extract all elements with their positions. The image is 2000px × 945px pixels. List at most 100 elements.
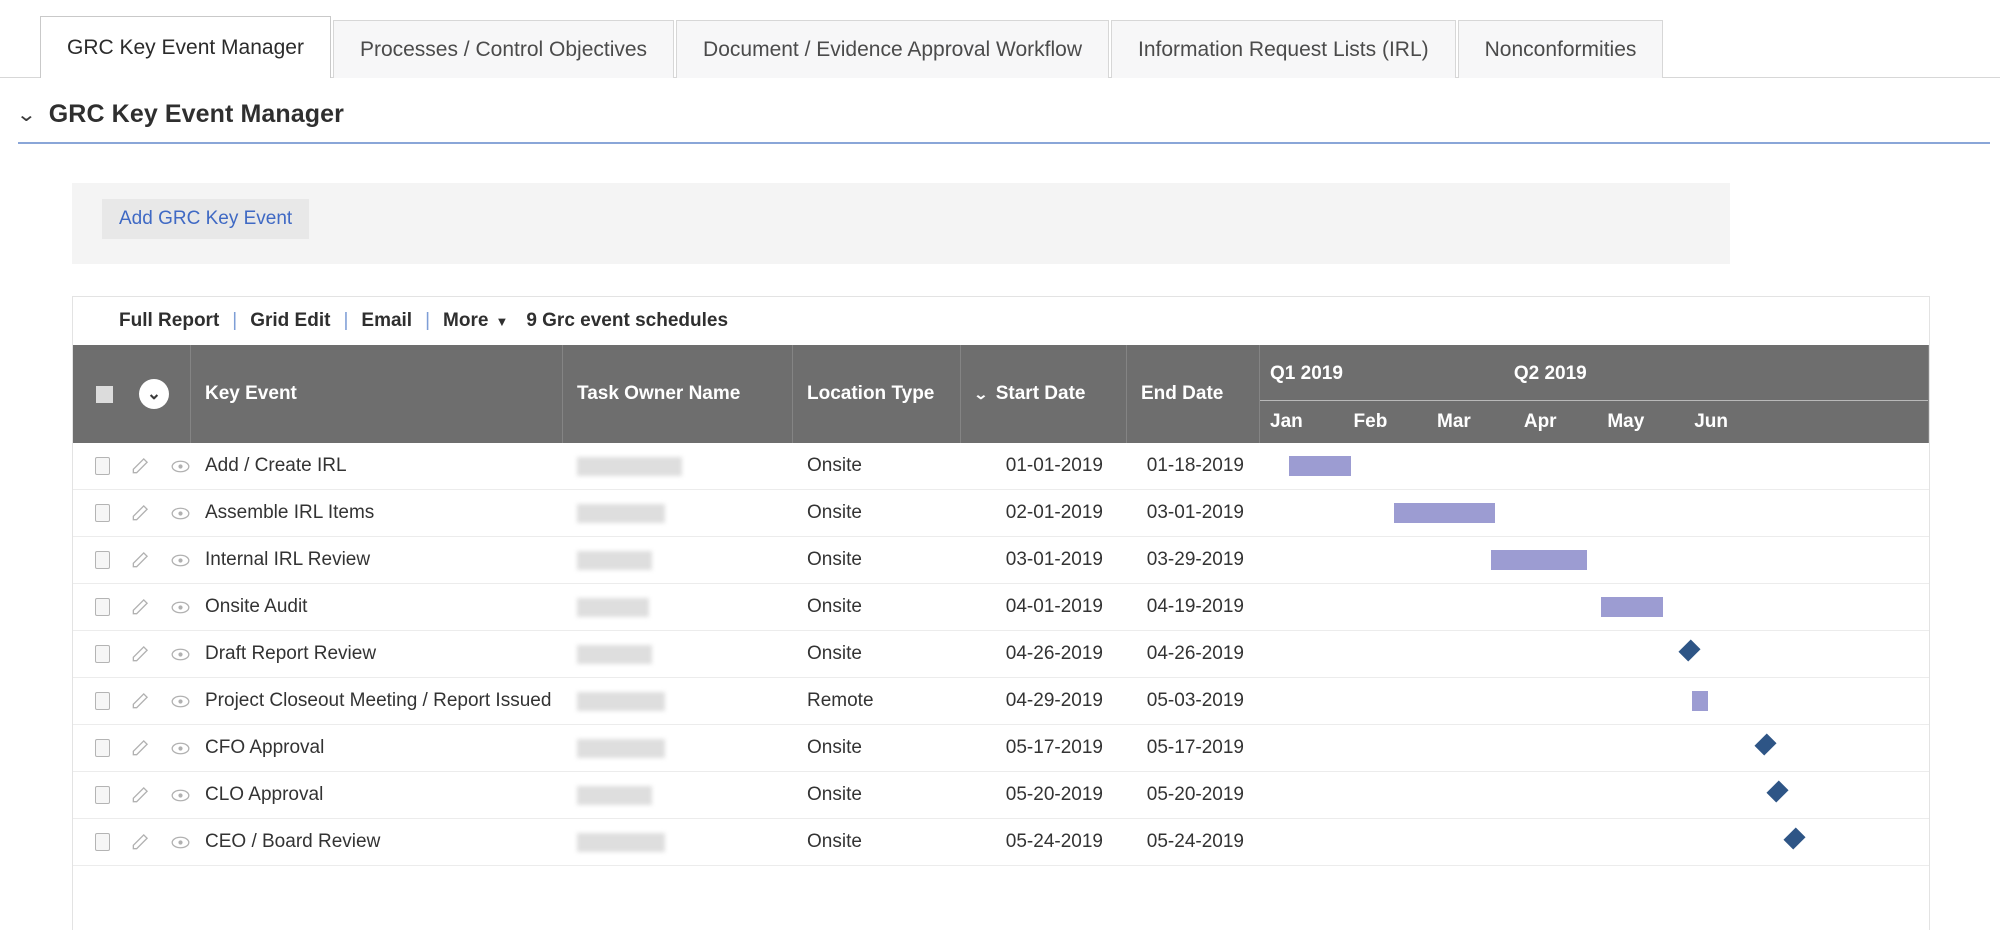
edit-pencil-icon[interactable]	[130, 691, 150, 711]
caret-down-icon[interactable]: ▼	[488, 314, 508, 329]
more-menu[interactable]: More	[443, 310, 488, 332]
cell-location-type: Onsite	[793, 631, 961, 677]
view-eye-icon[interactable]	[170, 785, 191, 806]
header-label-location-type: Location Type	[807, 383, 935, 404]
edit-pencil-icon[interactable]	[130, 738, 150, 758]
chevron-down-circle-icon[interactable]: ⌄	[139, 379, 169, 409]
view-eye-icon[interactable]	[170, 832, 191, 853]
gantt-bar[interactable]	[1491, 550, 1588, 570]
location-type-label: Onsite	[807, 831, 862, 852]
row-checkbox[interactable]	[95, 786, 110, 804]
end-date-label: 05-24-2019	[1146, 831, 1244, 852]
edit-pencil-icon[interactable]	[130, 597, 150, 617]
header-label-end-date: End Date	[1141, 383, 1224, 404]
cell-task-owner-name	[563, 631, 793, 677]
view-eye-icon[interactable]	[170, 503, 191, 524]
gantt-milestone-diamond[interactable]	[1782, 827, 1806, 850]
gantt-quarter-row: Q1 2019 Q2 2019	[1260, 345, 1928, 401]
view-eye-icon[interactable]	[170, 691, 191, 712]
header-cell-start-date[interactable]: ⌄ Start Date	[961, 345, 1127, 443]
tab-processes-control-objectives[interactable]: Processes / Control Objectives	[332, 20, 675, 78]
header-label-start-date: Start Date	[995, 383, 1086, 404]
gantt-bar[interactable]	[1691, 691, 1708, 711]
row-actions	[73, 819, 191, 865]
task-owner-name-redacted	[577, 503, 665, 523]
row-actions	[73, 678, 191, 724]
gantt-milestone-diamond[interactable]	[1766, 780, 1789, 803]
start-date-label: 03-01-2019	[1005, 549, 1103, 570]
view-eye-icon[interactable]	[170, 738, 191, 759]
sort-chevron-down-icon[interactable]: ⌄	[973, 386, 988, 403]
section-divider	[18, 142, 1990, 144]
task-owner-name-redacted	[577, 785, 652, 805]
table-row[interactable]: CEO / Board Review Onsite 05-24-2019 05-24-…	[73, 819, 1929, 866]
table-row[interactable]: Draft Report Review Onsite 04-26-2019 04-26…	[73, 631, 1929, 678]
row-checkbox[interactable]	[95, 833, 110, 851]
table-row[interactable]: Assemble IRL Items Onsite 02-01-2019 03-01-…	[73, 490, 1929, 537]
edit-pencil-icon[interactable]	[130, 456, 150, 476]
table-row[interactable]: CFO Approval Onsite 05-17-2019 05-17-2019	[73, 725, 1929, 772]
cell-location-type: Onsite	[793, 772, 961, 818]
tab-label: Processes / Control Objectives	[359, 37, 648, 61]
cell-end-date: 05-20-2019	[1127, 772, 1260, 818]
tab-information-request-lists-irl[interactable]: Information Request Lists (IRL)	[1111, 20, 1456, 78]
edit-pencil-icon[interactable]	[130, 785, 150, 805]
end-date-label: 03-29-2019	[1146, 549, 1244, 570]
gantt-cell	[1260, 678, 1929, 724]
header-cell-end-date[interactable]: End Date	[1127, 345, 1260, 443]
view-eye-icon[interactable]	[170, 550, 191, 571]
tab-nonconformities[interactable]: Nonconformities	[1457, 20, 1664, 78]
header-cell-task-owner-name[interactable]: Task Owner Name	[563, 345, 793, 443]
row-checkbox[interactable]	[95, 457, 110, 475]
toolbar-separator-3: |	[425, 310, 431, 331]
view-eye-icon[interactable]	[170, 644, 191, 665]
gantt-milestone-diamond[interactable]	[1754, 733, 1777, 756]
key-event-label: Assemble IRL Items	[205, 502, 375, 523]
email-link[interactable]: Email	[361, 310, 412, 332]
location-type-label: Onsite	[807, 455, 862, 476]
gantt-cell	[1260, 819, 1929, 865]
edit-pencil-icon[interactable]	[130, 503, 150, 523]
select-all-checkbox[interactable]	[96, 385, 113, 403]
edit-pencil-icon[interactable]	[130, 644, 150, 664]
gantt-quarter-label: Q2 2019	[1513, 363, 1587, 384]
tab-document-evidence-approval-workflow[interactable]: Document / Evidence Approval Workflow	[676, 20, 1110, 78]
add-grc-key-event-button[interactable]: Add GRC Key Event	[102, 199, 310, 239]
table-row[interactable]: Internal IRL Review Onsite 03-01-2019 03-29…	[73, 537, 1929, 584]
gantt-milestone-diamond[interactable]	[1678, 639, 1701, 662]
table-row[interactable]: Onsite Audit Onsite 04-01-2019 04-19-2019	[73, 584, 1929, 631]
cell-start-date: 02-01-2019	[961, 490, 1127, 536]
tab-grc-key-event-manager[interactable]: GRC Key Event Manager	[40, 16, 331, 78]
view-eye-icon[interactable]	[170, 597, 191, 618]
chevron-down-icon[interactable]: ⌄	[16, 105, 37, 125]
cell-location-type: Onsite	[793, 490, 961, 536]
grid-edit-link[interactable]: Grid Edit	[250, 310, 330, 332]
key-event-label: Internal IRL Review	[205, 549, 371, 570]
key-event-label: Draft Report Review	[205, 643, 377, 664]
location-type-label: Onsite	[807, 596, 862, 617]
row-checkbox[interactable]	[95, 739, 110, 757]
gantt-bar[interactable]	[1288, 456, 1351, 476]
table-row[interactable]: CLO Approval Onsite 05-20-2019 05-20-2019	[73, 772, 1929, 819]
task-owner-name-redacted	[577, 597, 649, 617]
row-checkbox[interactable]	[95, 551, 110, 569]
edit-pencil-icon[interactable]	[130, 550, 150, 570]
gantt-bar[interactable]	[1600, 597, 1664, 617]
view-eye-icon[interactable]	[170, 456, 191, 477]
table-row[interactable]: Project Closeout Meeting / Report Issued…	[73, 678, 1929, 725]
row-checkbox[interactable]	[95, 692, 110, 710]
row-checkbox[interactable]	[95, 504, 110, 522]
location-type-label: Remote	[807, 690, 874, 711]
task-owner-name-redacted	[577, 738, 665, 758]
header-cell-key-event[interactable]: Key Event	[191, 345, 563, 443]
full-report-link[interactable]: Full Report	[119, 310, 219, 332]
edit-pencil-icon[interactable]	[130, 832, 150, 852]
gantt-cell	[1260, 584, 1929, 630]
row-checkbox[interactable]	[95, 598, 110, 616]
row-actions	[73, 725, 191, 771]
table-row[interactable]: Add / Create IRL Onsite 01-01-2019 01-18-20…	[73, 443, 1929, 490]
gantt-month-label: Apr	[1523, 411, 1557, 432]
row-checkbox[interactable]	[95, 645, 110, 663]
gantt-bar[interactable]	[1393, 503, 1496, 523]
header-cell-location-type[interactable]: Location Type	[793, 345, 961, 443]
